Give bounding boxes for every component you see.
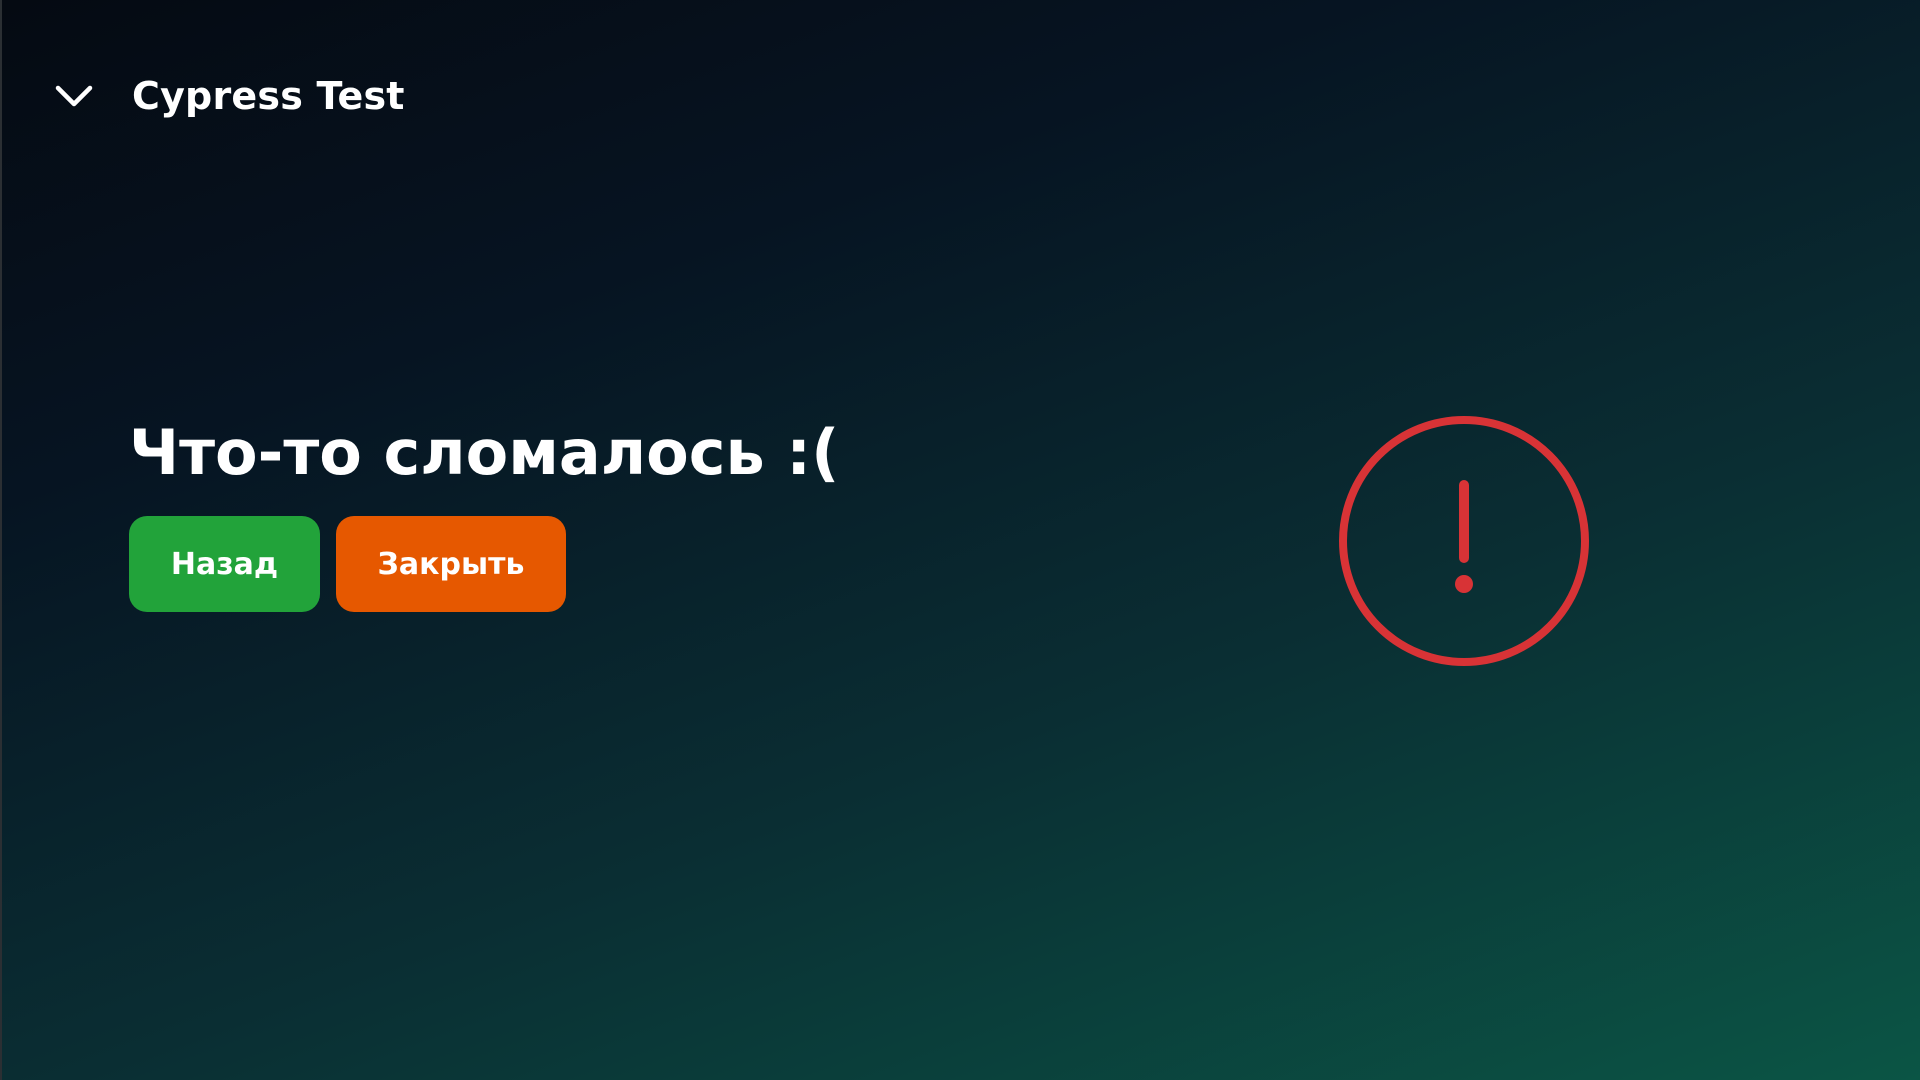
back-button[interactable]: Назад [129, 516, 320, 612]
close-button[interactable]: Закрыть [336, 516, 566, 612]
error-block: Что-то сломалось :( Назад Закрыть [129, 410, 839, 612]
header: Cypress Test [50, 70, 405, 122]
app-title: Cypress Test [132, 74, 405, 118]
action-buttons: Назад Закрыть [129, 516, 839, 612]
alert-circle-icon [1336, 413, 1592, 669]
chevron-down-icon[interactable] [50, 72, 98, 120]
error-title: Что-то сломалось :( [129, 416, 840, 489]
error-screen: Cypress Test Что-то сломалось :( Назад З… [0, 0, 1920, 1080]
